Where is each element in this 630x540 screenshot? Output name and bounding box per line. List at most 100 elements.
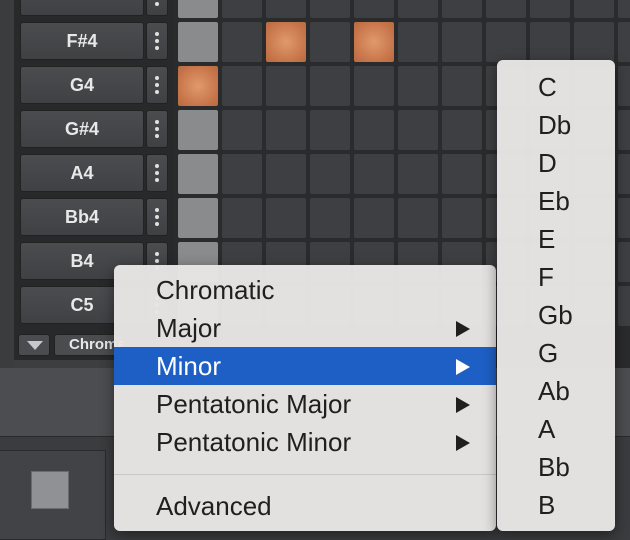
row-options-button[interactable]	[146, 22, 168, 60]
menu-item-pentatonic-minor[interactable]: Pentatonic Minor	[114, 423, 496, 461]
menu-item-label: Major	[156, 313, 222, 343]
step-cell[interactable]	[398, 198, 438, 238]
submenu-item-d[interactable]: D	[497, 144, 615, 182]
step-cell[interactable]	[266, 0, 306, 18]
submenu-item-e[interactable]: E	[497, 220, 615, 258]
step-cell[interactable]	[398, 0, 438, 18]
row-options-button[interactable]	[146, 198, 168, 236]
submenu-item-eb[interactable]: Eb	[497, 182, 615, 220]
step-cell[interactable]	[178, 0, 218, 18]
step-cell[interactable]	[310, 22, 350, 62]
step-cell[interactable]	[178, 154, 218, 194]
submenu-item-bb[interactable]: Bb	[497, 448, 615, 486]
menu-item-chromatic[interactable]: Chromatic	[114, 271, 496, 309]
step-cell[interactable]	[310, 110, 350, 150]
stop-button[interactable]	[31, 471, 69, 509]
step-cell[interactable]	[530, 0, 570, 18]
menu-item-pentatonic-major[interactable]: Pentatonic Major	[114, 385, 496, 423]
step-cell[interactable]	[530, 22, 570, 62]
step-cell[interactable]	[398, 66, 438, 106]
step-cell[interactable]	[398, 22, 438, 62]
step-cell[interactable]	[222, 0, 262, 18]
triangle-right-icon	[456, 321, 470, 337]
step-cell[interactable]	[178, 66, 218, 106]
step-cell[interactable]	[398, 110, 438, 150]
submenu-item-gb[interactable]: Gb	[497, 296, 615, 334]
menu-item-label: Advanced	[156, 491, 272, 521]
step-cell[interactable]	[178, 110, 218, 150]
step-cell[interactable]	[486, 0, 526, 18]
left-rail	[0, 0, 14, 368]
step-cell[interactable]	[222, 66, 262, 106]
step-cell[interactable]	[266, 22, 306, 62]
menu-item-advanced[interactable]: Advanced	[114, 487, 496, 525]
step-cell[interactable]	[222, 22, 262, 62]
step-cell[interactable]	[618, 198, 630, 238]
step-cell[interactable]	[178, 22, 218, 62]
step-cell[interactable]	[222, 198, 262, 238]
note-row: Bb4	[20, 198, 168, 236]
step-cell[interactable]	[354, 22, 394, 62]
step-cell[interactable]	[442, 110, 482, 150]
step-cell[interactable]	[574, 0, 614, 18]
step-cell[interactable]	[354, 0, 394, 18]
submenu-item-ab[interactable]: Ab	[497, 372, 615, 410]
row-options-button[interactable]	[146, 0, 168, 16]
step-cell[interactable]	[266, 66, 306, 106]
step-cell[interactable]	[266, 198, 306, 238]
step-cell[interactable]	[442, 66, 482, 106]
vertical-ellipsis-icon	[155, 32, 159, 50]
step-cell[interactable]	[354, 66, 394, 106]
root-note-submenu: C Db D Eb E F Gb G Ab A Bb B	[497, 60, 615, 531]
menu-item-label: Minor	[156, 351, 222, 381]
step-cell[interactable]	[618, 242, 630, 282]
step-cell[interactable]	[618, 154, 630, 194]
step-cell[interactable]	[354, 110, 394, 150]
step-cell[interactable]	[310, 154, 350, 194]
step-cell[interactable]	[222, 154, 262, 194]
menu-item-minor[interactable]: Minor	[114, 347, 496, 385]
step-cell[interactable]	[442, 22, 482, 62]
submenu-item-c[interactable]: C	[497, 68, 615, 106]
step-cell[interactable]	[354, 198, 394, 238]
step-cell[interactable]	[310, 198, 350, 238]
step-cell[interactable]	[442, 154, 482, 194]
note-label[interactable]: F#4	[20, 22, 144, 60]
step-cell[interactable]	[618, 66, 630, 106]
step-cell[interactable]	[618, 0, 630, 18]
step-cell[interactable]	[442, 0, 482, 18]
note-label[interactable]: G4	[20, 66, 144, 104]
note-label[interactable]	[20, 0, 144, 16]
step-cell[interactable]	[442, 198, 482, 238]
step-cell[interactable]	[266, 110, 306, 150]
step-cell[interactable]	[310, 66, 350, 106]
submenu-item-a[interactable]: A	[497, 410, 615, 448]
step-cell[interactable]	[398, 154, 438, 194]
row-options-button[interactable]	[146, 66, 168, 104]
submenu-item-g[interactable]: G	[497, 334, 615, 372]
step-cell[interactable]	[310, 0, 350, 18]
vertical-ellipsis-icon	[155, 120, 159, 138]
note-label[interactable]: G#4	[20, 110, 144, 148]
row-options-button[interactable]	[146, 110, 168, 148]
submenu-item-f[interactable]: F	[497, 258, 615, 296]
step-cell[interactable]	[486, 22, 526, 62]
step-cell[interactable]	[266, 154, 306, 194]
scale-dropdown-arrow[interactable]	[18, 334, 50, 356]
menu-item-major[interactable]: Major	[114, 309, 496, 347]
step-cell[interactable]	[618, 22, 630, 62]
vertical-ellipsis-icon	[155, 208, 159, 226]
step-cell[interactable]	[574, 22, 614, 62]
step-cell[interactable]	[354, 154, 394, 194]
note-label[interactable]: A4	[20, 154, 144, 192]
note-row: G4	[20, 66, 168, 104]
note-label[interactable]: Bb4	[20, 198, 144, 236]
note-row: G#4	[20, 110, 168, 148]
step-cell[interactable]	[618, 286, 630, 326]
step-cell[interactable]	[178, 198, 218, 238]
row-options-button[interactable]	[146, 154, 168, 192]
step-cell[interactable]	[222, 110, 262, 150]
submenu-item-b[interactable]: B	[497, 486, 615, 524]
step-cell[interactable]	[618, 110, 630, 150]
submenu-item-db[interactable]: Db	[497, 106, 615, 144]
